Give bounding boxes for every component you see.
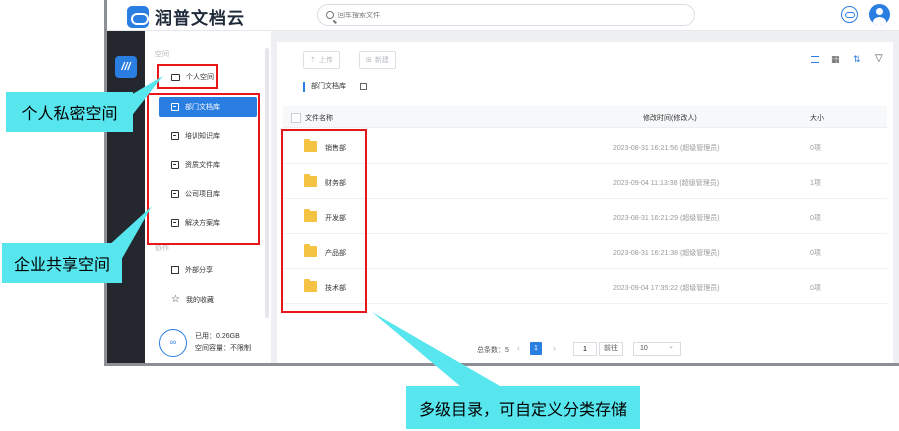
tutorial-stage: 润普文档云 /// 空间 个人空间 部门文档库	[0, 0, 899, 431]
callout-folders: 多级目录，可自定义分类存储	[406, 386, 640, 429]
callout-personal: 个人私密空间	[6, 92, 133, 132]
callout-enterprise: 企业共享空间	[2, 243, 122, 283]
callout-pointers	[106, 76, 500, 386]
